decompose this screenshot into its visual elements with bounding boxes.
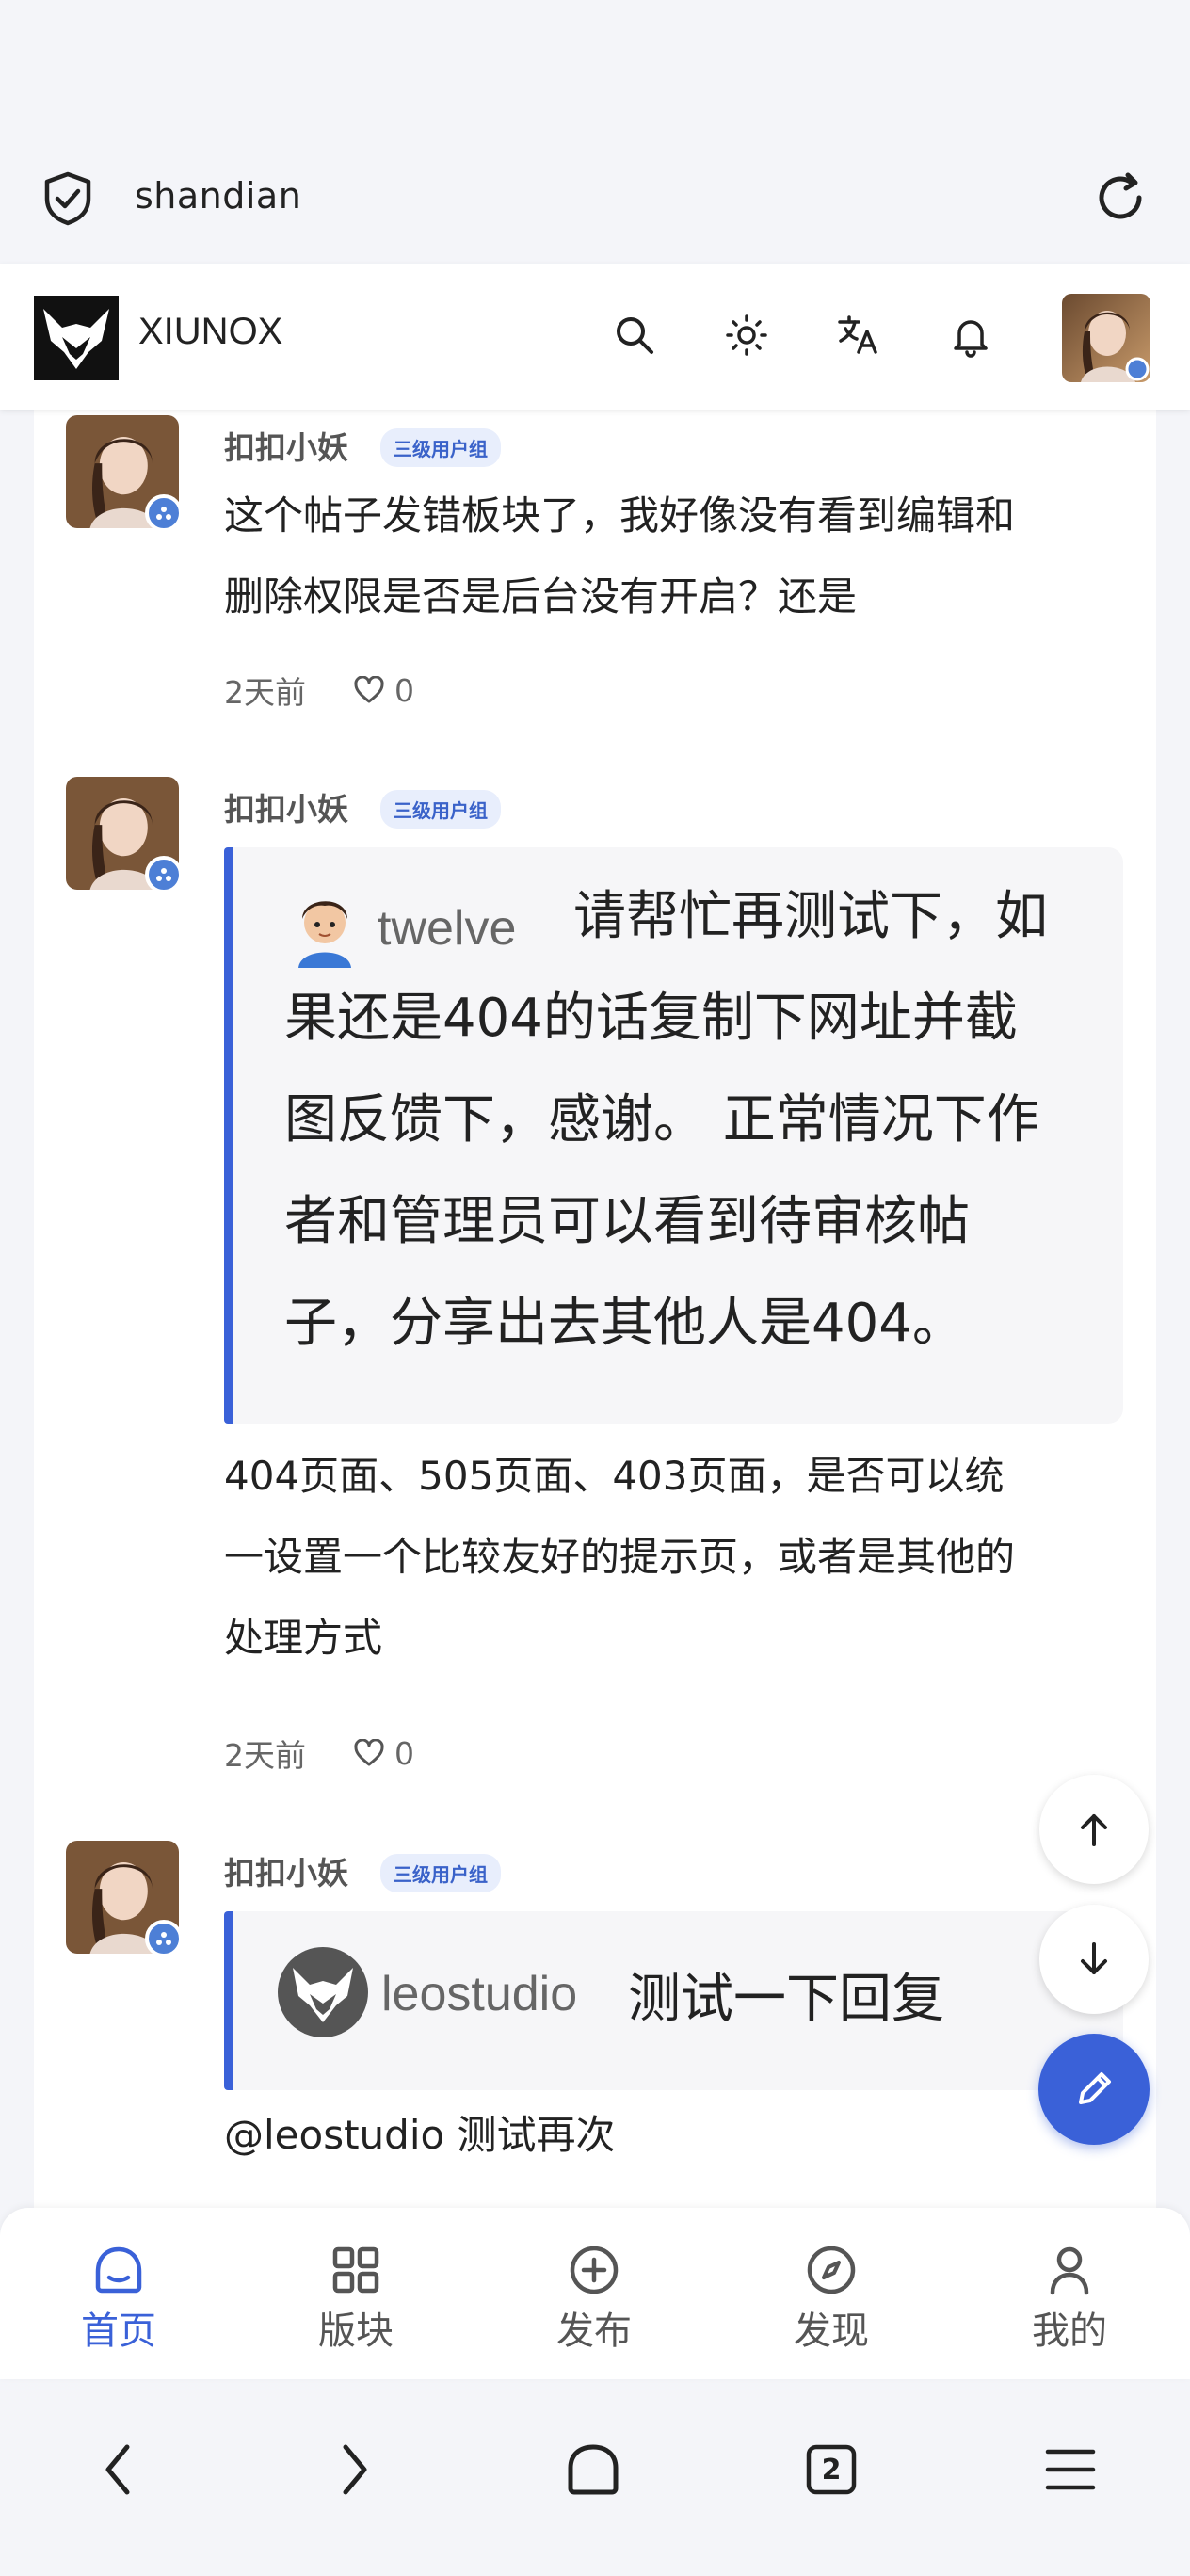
bell-icon[interactable] [944,309,997,362]
quote-text-line: 请帮忙再测试下，如 [573,886,1048,947]
plus-circle-icon [566,2242,622,2298]
comment-text-line: 这个帖子发错板块了，我好像没有看到编辑和 [224,492,1016,539]
heart-icon[interactable] [353,1739,385,1767]
avatar[interactable] [66,415,183,532]
heart-icon[interactable] [353,676,385,704]
quote-user: leostudio [278,1947,577,2041]
nav-item-sections[interactable]: 版块 [285,2242,426,2355]
user-group-tag: 三级用户组 [380,790,501,829]
comment-author[interactable]: 扣扣小妖 [224,423,348,468]
comment-text: 这个帖子发错板块了，我好像没有看到编辑和 删除权限是否是后台没有开启？还是 [224,475,1156,637]
comment-text-line: 一设置一个比较友好的提示页，或者是其他的 [224,1534,1016,1580]
arrow-up-icon [1081,1814,1107,1846]
menu-icon[interactable] [1033,2432,1108,2507]
translate-icon[interactable] [832,309,885,362]
quote-block: twelve 请帮忙再测试下，如 果还是404的话复制下网址并截 图反馈下，感谢… [224,847,1123,1424]
nav-item-home[interactable]: 首页 [48,2242,189,2355]
user-level-badge-icon [145,856,183,894]
like-count: 0 [394,1734,414,1772]
reload-icon[interactable] [1092,169,1149,226]
comment-text-line: 处理方式 [224,1615,383,1661]
comment-text: @leostudio 测试再次 [224,2095,1156,2176]
user-icon [1041,2242,1098,2298]
avatar[interactable] [66,777,183,894]
comment-time: 2天前 [224,674,306,711]
compass-icon [803,2242,860,2298]
site-header: XIUNOX [0,264,1190,410]
site-logo[interactable] [34,296,119,380]
tab-count: 2 [821,2453,842,2487]
quote-username[interactable]: leostudio [381,1966,577,2022]
comment-author[interactable]: 扣扣小妖 [224,784,348,829]
search-icon[interactable] [608,309,661,362]
comment-text-line: 删除权限是否是后台没有开启？还是 [224,573,858,620]
sun-icon[interactable] [720,309,773,362]
forward-icon[interactable] [317,2432,393,2507]
nav-label: 首页 [81,2310,156,2353]
arrow-down-icon [1081,1942,1107,1974]
user-group-tag: 三级用户组 [380,1854,501,1892]
browser-address-bar: shandian [0,132,1190,264]
home-page-icon[interactable] [555,2432,631,2507]
bottom-navigation: 首页 版块 发布 发现 我的 [0,2208,1190,2379]
nav-item-discover[interactable]: 发现 [761,2242,902,2355]
comment-text-line: 404页面、505页面、403页面，是否可以统 [224,1453,1005,1499]
nav-label: 我的 [1032,2310,1107,2353]
comment-time: 2天前 [224,1737,306,1774]
comment-text-line: @leostudio 测试再次 [224,2112,616,2158]
quote-text-line: 图反馈下，感谢。 正常情况下作 [284,1089,1039,1151]
avatar[interactable] [66,1841,183,1957]
nav-label: 发布 [556,2310,632,2353]
quote-text-line: 果还是404的话复制下网址并截 [284,988,1018,1049]
nav-item-publish[interactable]: 发布 [523,2242,665,2355]
nav-label: 发现 [794,2310,869,2353]
browser-navigation-bar: 2 [0,2379,1190,2576]
back-icon[interactable] [80,2432,155,2507]
quote-text-line: 者和管理员可以看到待审核帖 [284,1191,970,1252]
scroll-to-bottom-button[interactable] [1039,1905,1149,2014]
user-avatar[interactable] [1062,294,1150,382]
like-count: 0 [394,671,414,709]
user-group-tag: 三级用户组 [380,428,501,467]
scroll-to-top-button[interactable] [1039,1775,1149,1884]
home-icon [90,2242,147,2298]
nav-item-profile[interactable]: 我的 [999,2242,1140,2355]
compose-button[interactable] [1038,2034,1150,2145]
comment-list: 扣扣小妖 三级用户组 这个帖子发错板块了，我好像没有看到编辑和 删除权限是否是后… [34,410,1156,2208]
user-level-badge-icon [145,1920,183,1957]
nav-label: 版块 [318,2310,394,2353]
comment-meta: 2天前 0 [224,668,414,713]
quote-avatar [278,1947,368,2041]
tabs-button[interactable]: 2 [794,2432,869,2507]
url-text[interactable]: shandian [135,175,301,217]
comment-text: 404页面、505页面、403页面，是否可以统 一设置一个比较友好的提示页，或者… [224,1436,1156,1679]
user-level-badge-icon [145,494,183,532]
quote-text: 测试一下回复 [628,1949,944,2051]
quote-block: leostudio 测试一下回复 [224,1911,1123,2090]
quote-text-line: 子，分享出去其他人是404。 [284,1293,965,1354]
quote-text: 请帮忙再测试下，如 果还是404的话复制下网址并截 图反馈下，感谢。 正常情况下… [284,866,1132,1375]
shield-check-icon[interactable] [41,170,94,227]
site-name[interactable]: XIUNOX [138,311,282,353]
grid-icon [328,2242,384,2298]
quote-text-line: 测试一下回复 [628,1969,944,2030]
comment-meta: 2天前 0 [224,1731,414,1776]
pencil-icon [1079,2072,1111,2104]
comment-author[interactable]: 扣扣小妖 [224,1848,348,1893]
